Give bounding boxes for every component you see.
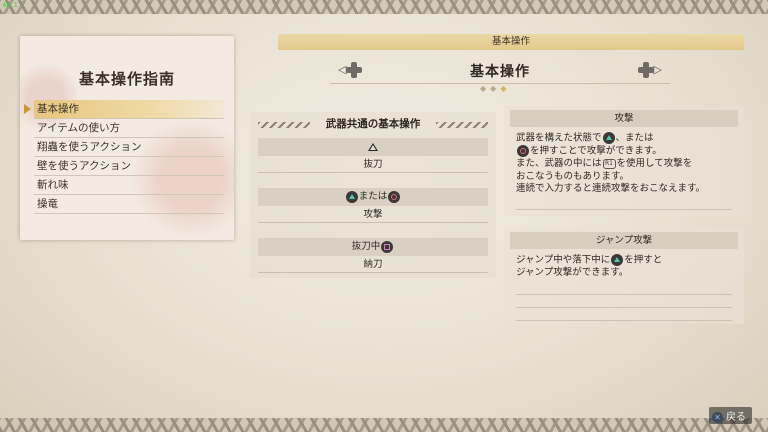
command-action: 攻撃	[258, 207, 488, 223]
info-line: を押すことで攻撃ができます。	[530, 145, 662, 157]
page-dot-icon: ◆	[480, 84, 491, 93]
menu-item-wall-actions[interactable]: 壁を使うアクション	[34, 157, 224, 176]
menu-item-label: 基本操作	[37, 103, 79, 115]
menu-item-label: 翔蟲を使うアクション	[37, 141, 142, 153]
command-prefix: 抜刀中	[351, 241, 381, 252]
command-connector: または	[358, 191, 388, 202]
page-dot-icon: ◆	[490, 84, 501, 93]
triangle-button-icon	[345, 190, 358, 203]
category-header: 基本操作	[278, 34, 744, 50]
back-button[interactable]: ✕ 戻る	[709, 407, 752, 424]
bottom-ornament-border	[0, 418, 768, 432]
selection-arrow-icon	[24, 104, 31, 114]
menu-item-sharpness[interactable]: 斬れ味	[34, 176, 224, 195]
menu-item-label: 壁を使うアクション	[37, 160, 131, 172]
info-line: 武器を構えた状態で	[516, 132, 602, 144]
triangle-button-icon	[368, 142, 378, 151]
jump-attack-info-panel: ジャンプ攻撃 ジャンプ中や落下中に を押すと ジャンプ攻撃ができます。	[504, 228, 744, 324]
info-line: おこなうものもあります。	[516, 170, 630, 182]
info-title: 攻撃	[510, 110, 738, 127]
info-line: ジャンプ攻撃ができます。	[516, 267, 629, 278]
info-title: ジャンプ攻撃	[510, 232, 738, 249]
divider	[516, 307, 732, 308]
divider	[516, 209, 732, 210]
guide-menu: 基本操作 アイテムの使い方 翔蟲を使うアクション 壁を使うアクション 斬れ味 操…	[24, 100, 224, 214]
menu-item-label: アイテムの使い方	[37, 122, 120, 134]
dpad-icon	[637, 62, 654, 78]
page-indicator: ◆◆◆	[480, 84, 510, 93]
info-text: ジャンプ中や落下中に を押すと ジャンプ攻撃ができます。	[504, 249, 744, 280]
attack-info-panel: 攻撃 武器を構えた状態で 、または を押すことで攻撃ができます。 また、武器の中に…	[504, 106, 744, 216]
info-line: また、武器の中には	[516, 158, 602, 169]
top-ornament-border	[0, 0, 768, 14]
square-button-icon	[381, 240, 394, 253]
command-input: または	[258, 188, 488, 206]
r1-button-icon: R1	[602, 158, 616, 169]
next-page-button[interactable]: ▷	[637, 62, 662, 78]
triangle-button-icon	[611, 254, 624, 266]
info-text: 武器を構えた状態で 、または を押すことで攻撃ができます。 また、武器の中には R1…	[504, 127, 744, 196]
command-list-panel: 武器共通の基本操作 抜刀 または 攻撃 抜刀中 納刀	[250, 112, 496, 278]
back-label: 戻る	[726, 412, 746, 423]
cross-button-icon: ✕	[712, 411, 723, 423]
command-action: 納刀	[258, 257, 488, 273]
divider	[516, 320, 732, 321]
page-title: 基本操作	[470, 64, 530, 80]
info-line: を使用して攻撃を	[616, 158, 693, 169]
right-arrow-icon: ▷	[653, 63, 662, 76]
guide-title: 基本操作指南	[78, 70, 175, 88]
info-line: を押すと	[624, 254, 663, 266]
fps-counter: 60.1	[3, 2, 18, 9]
command-input: 抜刀中	[258, 238, 488, 256]
guide-menu-panel: 基本操作指南 基本操作 アイテムの使い方 翔蟲を使うアクション 壁を使うアクショ…	[20, 36, 234, 240]
info-line: 連続で入力すると連続攻撃をおこなえます。	[516, 183, 706, 194]
section-title: 武器共通の基本操作	[258, 116, 488, 132]
menu-item-wyvern-riding[interactable]: 操竜	[34, 195, 224, 214]
info-line: ジャンプ中や落下中に	[516, 254, 611, 266]
divider	[516, 294, 732, 295]
menu-item-item-usage[interactable]: アイテムの使い方	[34, 119, 224, 138]
circle-button-icon	[517, 145, 529, 157]
menu-item-label: 斬れ味	[37, 179, 69, 191]
triangle-button-icon	[602, 132, 615, 144]
command-input	[258, 138, 488, 156]
menu-item-basic-controls[interactable]: 基本操作	[24, 100, 224, 119]
info-line: 、または	[615, 132, 654, 144]
page-dot-current-icon: ◆	[500, 84, 511, 93]
page-title-row: ◁ 基本操作 ▷	[330, 58, 670, 84]
menu-item-label: 操竜	[37, 198, 58, 210]
circle-button-icon	[388, 190, 401, 203]
command-action: 抜刀	[258, 157, 488, 173]
menu-item-wirebug-actions[interactable]: 翔蟲を使うアクション	[34, 138, 224, 157]
